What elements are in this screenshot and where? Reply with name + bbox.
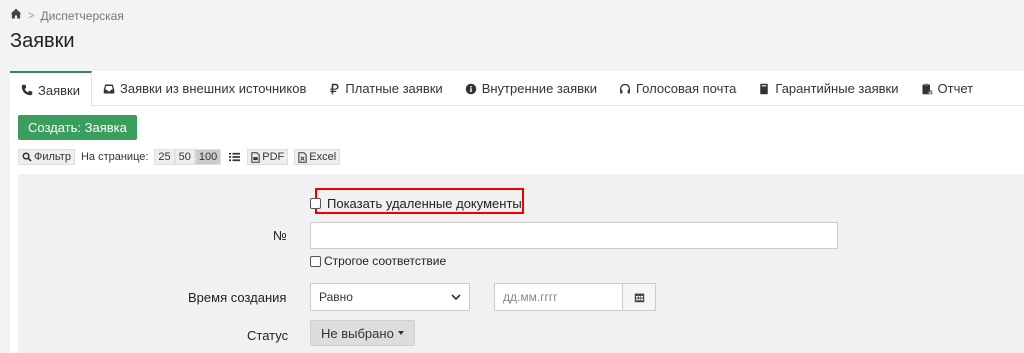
- tab-internal-requests[interactable]: Внутренние заявки: [454, 71, 608, 106]
- created-date-input[interactable]: дд.мм.гггг: [494, 283, 623, 311]
- show-deleted-checkbox[interactable]: [310, 198, 321, 209]
- pdf-label: PDF: [262, 151, 285, 163]
- caret-down-icon: [397, 331, 404, 335]
- book-icon: [760, 83, 769, 94]
- filter-label: Фильтр: [34, 151, 71, 163]
- status-dropdown[interactable]: Не выбрано: [310, 320, 415, 346]
- tab-warranty-requests[interactable]: Гарантийные заявки: [747, 71, 909, 106]
- tab-label: Отчет: [937, 81, 974, 96]
- excel-label: Excel: [309, 151, 337, 163]
- main-panel: Заявки Заявки из внешних источников Плат…: [10, 71, 1024, 353]
- per-page-label: На странице:: [80, 151, 149, 163]
- clipboard-icon: [922, 83, 932, 94]
- export-pdf-button[interactable]: PDF: [247, 149, 289, 165]
- ruble-icon: [330, 83, 339, 94]
- tab-requests[interactable]: Заявки: [10, 71, 92, 107]
- tab-label: Гарантийные заявки: [775, 81, 899, 96]
- search-icon: [22, 152, 32, 162]
- tab-paid-requests[interactable]: Платные заявки: [317, 71, 453, 106]
- tab-voicemail[interactable]: Голосовая почта: [608, 71, 747, 106]
- strict-match-label: Строгое соответствие: [324, 254, 447, 268]
- filter-panel: Показать удаленные документы № Строгое с…: [18, 174, 1024, 353]
- filter-button[interactable]: Фильтр: [18, 149, 75, 165]
- list-toolbar: Фильтр На странице: 25 50 100 PDF Excel: [18, 149, 341, 165]
- tab-external-requests[interactable]: Заявки из внешних источников: [92, 71, 317, 106]
- page-title: Заявки: [10, 30, 75, 52]
- show-deleted-label: Показать удаленные документы: [327, 196, 522, 211]
- strict-match-checkbox[interactable]: [310, 255, 321, 267]
- status-label: Статус: [247, 328, 289, 343]
- breadcrumb-current[interactable]: Диспетчерская: [40, 9, 123, 23]
- inbox-icon: [103, 84, 115, 93]
- created-operator-select[interactable]: Равно: [310, 283, 470, 311]
- calendar-icon: [634, 293, 644, 302]
- breadcrumb-separator: >: [28, 9, 35, 22]
- list-columns-icon[interactable]: [227, 150, 241, 164]
- tab-label: Внутренние заявки: [481, 81, 597, 96]
- tab-label: Заявки из внешних источников: [119, 81, 307, 96]
- number-label: №: [273, 228, 287, 243]
- headphones-icon: [619, 83, 631, 93]
- show-deleted-checkbox-row[interactable]: Показать удаленные документы: [310, 196, 522, 211]
- tab-label: Голосовая почта: [636, 81, 737, 96]
- calendar-button[interactable]: [622, 283, 656, 311]
- excel-file-icon: [298, 151, 307, 163]
- export-excel-button[interactable]: Excel: [294, 149, 341, 165]
- status-value: Не выбрано: [321, 325, 394, 341]
- per-page-option-100[interactable]: 100: [194, 149, 222, 165]
- chevron-down-icon: [451, 293, 461, 300]
- per-page-option-50[interactable]: 50: [174, 149, 195, 165]
- per-page-selector: 25 50 100: [154, 149, 222, 165]
- per-page-option-25[interactable]: 25: [154, 149, 175, 165]
- pdf-file-icon: [251, 151, 260, 163]
- info-icon: [465, 83, 476, 94]
- strict-match-row[interactable]: Строгое соответствие: [310, 254, 446, 268]
- tab-report[interactable]: Отчет: [910, 71, 985, 106]
- create-request-button[interactable]: Создать: Заявка: [18, 115, 137, 140]
- tab-label: Заявки: [38, 82, 80, 98]
- created-operator-value: Равно: [319, 290, 353, 304]
- phone-icon: [21, 84, 33, 96]
- tab-bar: Заявки Заявки из внешних источников Плат…: [10, 71, 1024, 107]
- home-icon[interactable]: [10, 8, 22, 23]
- number-input[interactable]: [310, 222, 838, 249]
- created-time-label: Время создания: [188, 290, 287, 305]
- breadcrumb: > Диспетчерская: [10, 8, 124, 23]
- date-placeholder: дд.мм.гггг: [503, 290, 558, 304]
- tab-label: Платные заявки: [345, 81, 443, 96]
